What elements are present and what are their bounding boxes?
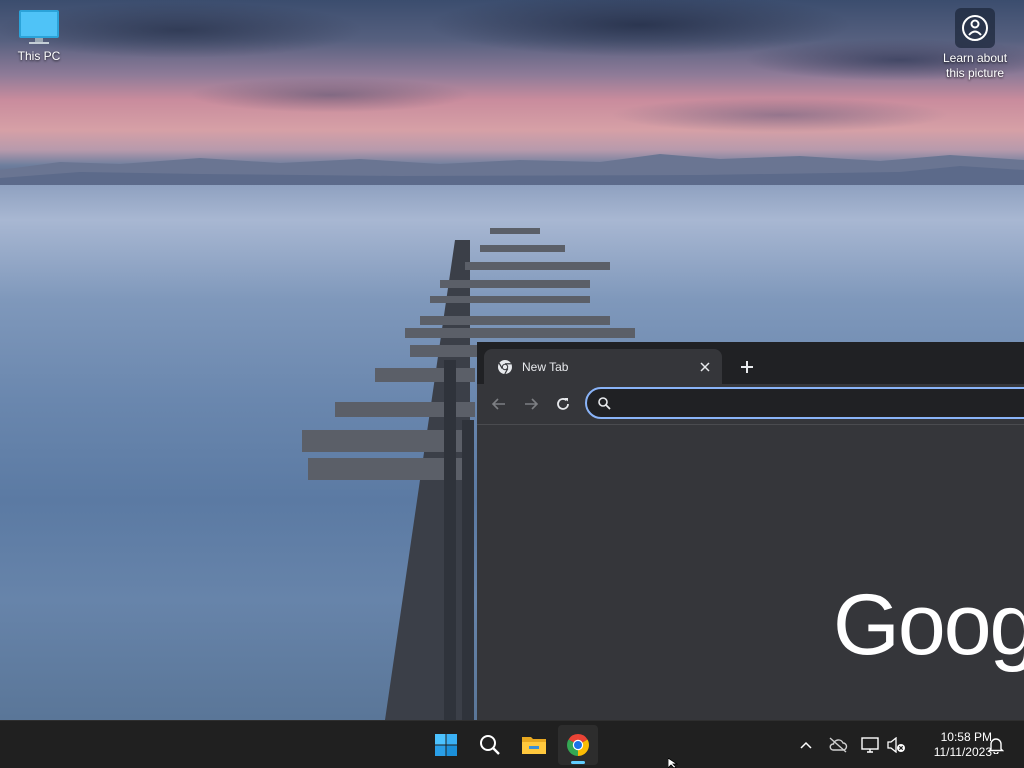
clock-time: 10:58 PM — [940, 730, 992, 744]
taskbar: 10:58 PM 11/11/2023 — [0, 720, 1024, 768]
cloud-off-icon — [829, 737, 848, 753]
start-button[interactable] — [426, 725, 466, 765]
taskbar-search-button[interactable] — [470, 725, 510, 765]
tab-new-tab[interactable]: New Tab — [484, 349, 722, 384]
arrow-right-icon — [525, 398, 539, 410]
windows-start-icon — [435, 734, 457, 756]
search-icon — [480, 735, 500, 755]
camera-aperture-icon — [962, 15, 988, 41]
clock-date: 11/11/2023 — [933, 745, 992, 759]
taskbar-chrome-button[interactable] — [558, 725, 598, 765]
volume-tray-button[interactable] — [884, 733, 908, 757]
network-tray-button[interactable] — [858, 733, 882, 757]
file-explorer-button[interactable] — [514, 725, 554, 765]
address-input[interactable] — [619, 394, 1023, 412]
onedrive-tray-button[interactable] — [826, 733, 850, 757]
new-tab-button[interactable] — [735, 355, 759, 379]
google-logo: Goog — [833, 577, 1024, 673]
plus-icon — [741, 361, 753, 373]
arrow-left-icon — [491, 398, 505, 410]
close-icon — [700, 361, 710, 372]
tab-title: New Tab — [522, 359, 569, 374]
network-icon — [861, 737, 879, 753]
folder-icon — [522, 737, 546, 754]
active-app-indicator — [571, 761, 585, 764]
tab-close-button[interactable] — [696, 358, 714, 376]
desktop-icon-this-pc[interactable]: This PC — [6, 8, 72, 64]
volume-muted-icon — [887, 737, 905, 753]
browser-toolbar — [477, 384, 1024, 425]
desktop-icon-learn-about-picture[interactable]: Learn about this picture — [936, 8, 1014, 81]
desktop-icon-label: Learn about this picture — [942, 51, 1008, 80]
desktop-icon-label: This PC — [17, 49, 61, 63]
tab-strip: New Tab — [477, 342, 1024, 384]
forward-button[interactable] — [519, 392, 543, 416]
monitor-icon — [19, 10, 59, 44]
chevron-up-icon — [800, 741, 812, 749]
notification-center-button[interactable] — [984, 733, 1008, 757]
reload-icon — [557, 398, 569, 410]
chrome-icon — [567, 734, 589, 756]
system-clock[interactable]: 10:58 PM 11/11/2023 — [912, 730, 992, 760]
chrome-icon — [498, 359, 512, 374]
mouse-cursor — [668, 758, 678, 768]
reload-button[interactable] — [551, 392, 575, 416]
back-button[interactable] — [487, 392, 511, 416]
notification-bell-icon — [988, 738, 1004, 754]
learn-icon-tile — [955, 8, 995, 48]
chrome-window: New Tab Goog — [477, 342, 1024, 720]
show-hidden-icons-button[interactable] — [794, 733, 818, 757]
address-bar[interactable] — [585, 387, 1024, 419]
search-icon — [598, 397, 611, 410]
